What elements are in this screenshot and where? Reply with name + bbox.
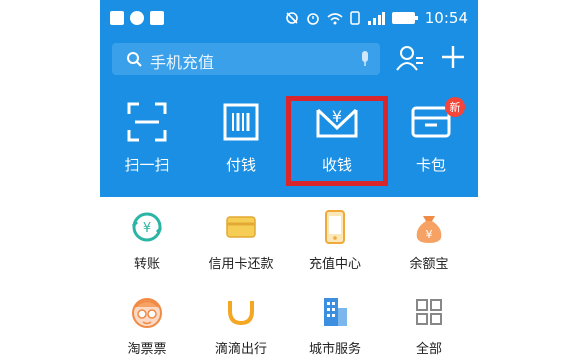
- service-label: 充值中心: [308, 257, 361, 272]
- phone-screen: 10:54 手机充值 扫一扫 付钱 ¥ 收钱 卡包 新 ¥ 转账 信用卡还款 充…: [100, 0, 478, 363]
- alarm-icon: [306, 13, 319, 25]
- scan-label: 扫一扫: [124, 156, 170, 174]
- service-label: 滴滴出行: [214, 342, 267, 357]
- credit-card-icon: [226, 216, 256, 238]
- new-badge: 新: [445, 97, 465, 117]
- service-label: 转账: [133, 257, 160, 272]
- microphone-icon[interactable]: [360, 51, 370, 67]
- mute-icon: [285, 12, 298, 24]
- highlight-box: [286, 96, 388, 186]
- service-label: 城市服务: [308, 342, 361, 357]
- gallery-icon: [110, 11, 124, 25]
- taopiaopiao-icon: [132, 298, 162, 328]
- scan-button[interactable]: 扫一扫: [106, 100, 188, 175]
- all-services-button[interactable]: 全部: [382, 294, 476, 357]
- signal-icon: [367, 12, 385, 25]
- status-time: 10:54: [424, 9, 468, 27]
- search-placeholder: 手机充值: [150, 53, 215, 72]
- pay-button[interactable]: 付钱: [200, 100, 282, 175]
- all-grid-icon: [416, 299, 442, 325]
- wifi-icon: [327, 12, 343, 24]
- didi-button[interactable]: 滴滴出行: [194, 294, 288, 357]
- contacts-icon[interactable]: [396, 44, 424, 72]
- transfer-button[interactable]: ¥ 转账: [100, 209, 194, 272]
- money-bag-icon: ¥: [416, 216, 442, 243]
- add-icon[interactable]: [440, 44, 466, 70]
- transfer-icon: ¥: [131, 212, 163, 242]
- app-icon: [130, 11, 144, 25]
- search-icon: [127, 52, 142, 67]
- didi-icon: [228, 301, 254, 326]
- sim-icon: [350, 11, 360, 25]
- card-wallet-label: 卡包: [415, 156, 446, 174]
- phone-recharge-icon: [325, 210, 345, 244]
- barcode-icon: [223, 103, 259, 141]
- status-left-icons: [110, 11, 164, 25]
- city-service-button[interactable]: 城市服务: [288, 294, 382, 357]
- search-bar[interactable]: 手机充值: [112, 43, 380, 75]
- service-label: 信用卡还款: [208, 257, 274, 272]
- status-right-icons: 10:54: [285, 9, 468, 27]
- status-bar: 10:54: [100, 0, 478, 38]
- svg-text:¥: ¥: [143, 221, 151, 236]
- city-service-icon: [324, 298, 347, 326]
- header-panel: 10:54 手机充值 扫一扫 付钱 ¥ 收钱 卡包 新: [100, 0, 478, 197]
- notification-icon: [150, 11, 164, 25]
- scan-icon: [127, 102, 167, 142]
- credit-card-repay-button[interactable]: 信用卡还款: [194, 209, 288, 272]
- service-label: 淘票票: [127, 342, 167, 357]
- taopiaopiao-button[interactable]: 淘票票: [100, 294, 194, 357]
- pay-label: 付钱: [225, 156, 256, 174]
- service-label: 余额宝: [409, 257, 449, 272]
- svg-text:¥: ¥: [426, 228, 433, 241]
- service-label: 全部: [415, 342, 442, 357]
- battery-icon: [391, 12, 418, 24]
- recharge-center-button[interactable]: 充值中心: [288, 209, 382, 272]
- yuebao-button[interactable]: ¥ 余额宝: [382, 209, 476, 272]
